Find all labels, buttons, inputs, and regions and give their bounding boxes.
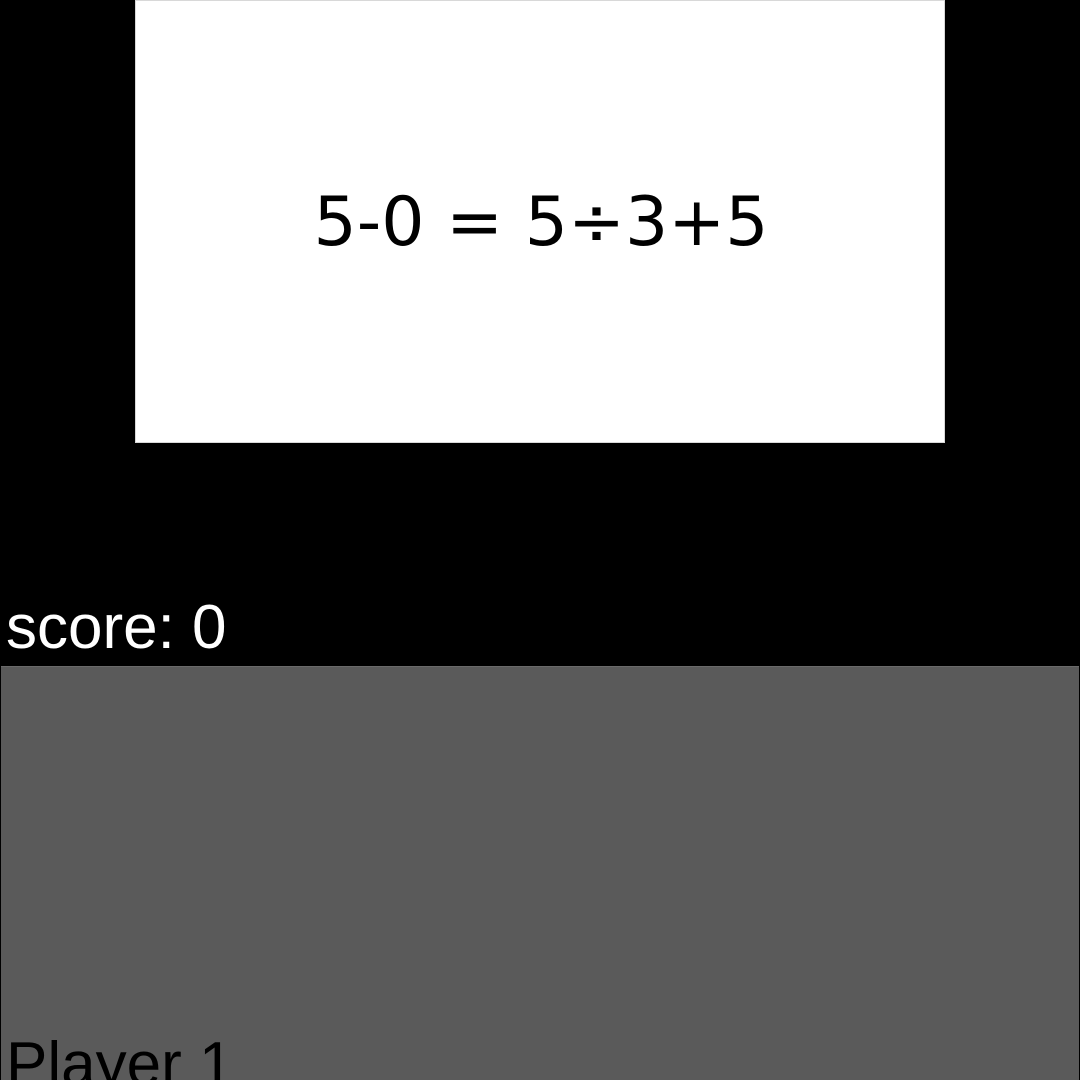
player-label: Player 1 [6, 1030, 234, 1080]
equation-text: 5-0 = 5÷3+5 [313, 183, 769, 262]
game-screen: 5-0 = 5÷3+5 score: 0 Player 1 [0, 0, 1080, 1080]
player-answer-area[interactable]: Player 1 [1, 666, 1079, 1080]
score-label: score: 0 [6, 593, 227, 662]
gear-icon[interactable] [933, 0, 945, 146]
question-card: 5-0 = 5÷3+5 [135, 0, 945, 443]
